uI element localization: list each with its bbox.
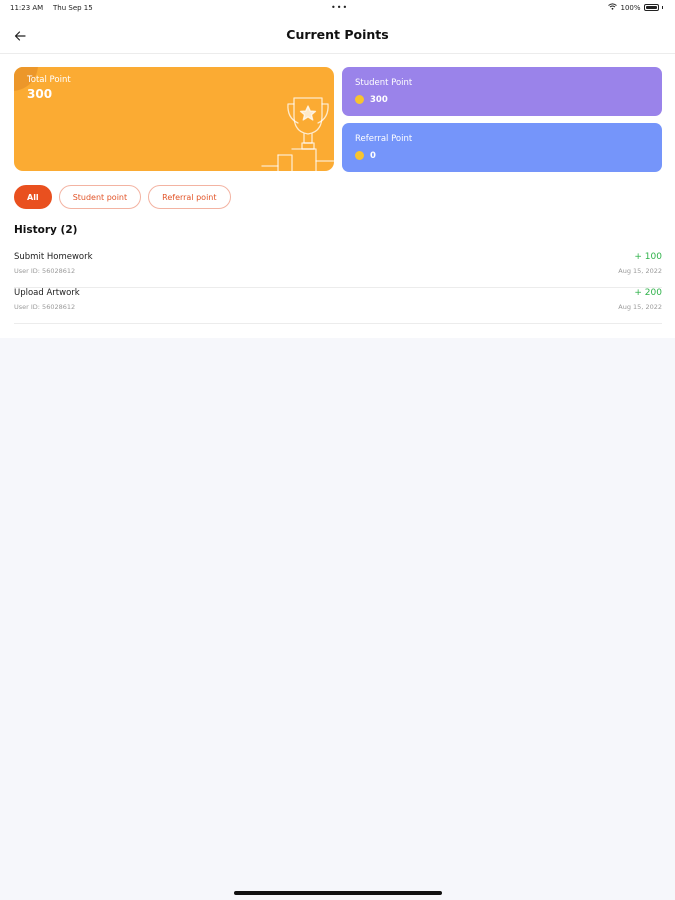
referral-point-value: 0	[370, 151, 376, 161]
coin-icon	[355, 95, 364, 104]
status-time: 11:23 AM	[10, 4, 44, 12]
total-point-value: 300	[27, 87, 53, 101]
history-item-points: + 100	[634, 252, 662, 262]
coin-icon	[355, 151, 364, 160]
history-item-date: Aug 15, 2022	[618, 303, 662, 311]
history-title: History (2)	[14, 224, 78, 236]
history-row[interactable]: Upload Artwork User ID: 56028612 + 200 A…	[14, 288, 662, 324]
filter-chips: All Student point Referral point	[14, 185, 231, 209]
history-item-date: Aug 15, 2022	[618, 267, 662, 275]
battery-cap	[661, 6, 663, 9]
history-row[interactable]: Submit Homework User ID: 56028612 + 100 …	[14, 252, 662, 288]
student-point-value: 300	[370, 95, 388, 105]
status-bar: 11:23 AM Thu Sep 15 ••• 100%	[0, 0, 675, 18]
filter-all[interactable]: All	[14, 185, 52, 209]
total-point-label: Total Point	[27, 75, 71, 85]
history-item-user-id: User ID: 56028612	[14, 303, 76, 311]
battery-percent: 100%	[620, 3, 641, 12]
status-date: Thu Sep 15	[53, 4, 93, 12]
battery-icon	[643, 4, 659, 11]
student-point-card: Student Point 300	[342, 67, 662, 116]
wifi-icon	[608, 3, 618, 12]
nav-header: Current Points	[0, 18, 675, 54]
history-item-name: Upload Artwork	[14, 288, 80, 298]
home-indicator[interactable]	[234, 891, 442, 895]
history-item-name: Submit Homework	[14, 252, 93, 262]
history-item-points: + 200	[634, 288, 662, 298]
student-point-label: Student Point	[355, 78, 413, 88]
filter-referral-point[interactable]: Referral point	[148, 185, 231, 209]
points-panel: Current Points Total Point 300 Student P…	[0, 18, 675, 338]
history-item-user-id: User ID: 56028612	[14, 267, 76, 275]
referral-point-label: Referral Point	[355, 134, 413, 144]
referral-point-card: Referral Point 0	[342, 123, 662, 172]
status-right: 100%	[608, 3, 663, 12]
multitasking-dots[interactable]: •••	[331, 3, 348, 12]
filter-student-point[interactable]: Student point	[58, 185, 142, 209]
total-point-card: Total Point 300	[14, 67, 334, 171]
page-title: Current Points	[286, 27, 389, 42]
trophy-icon	[261, 97, 334, 171]
